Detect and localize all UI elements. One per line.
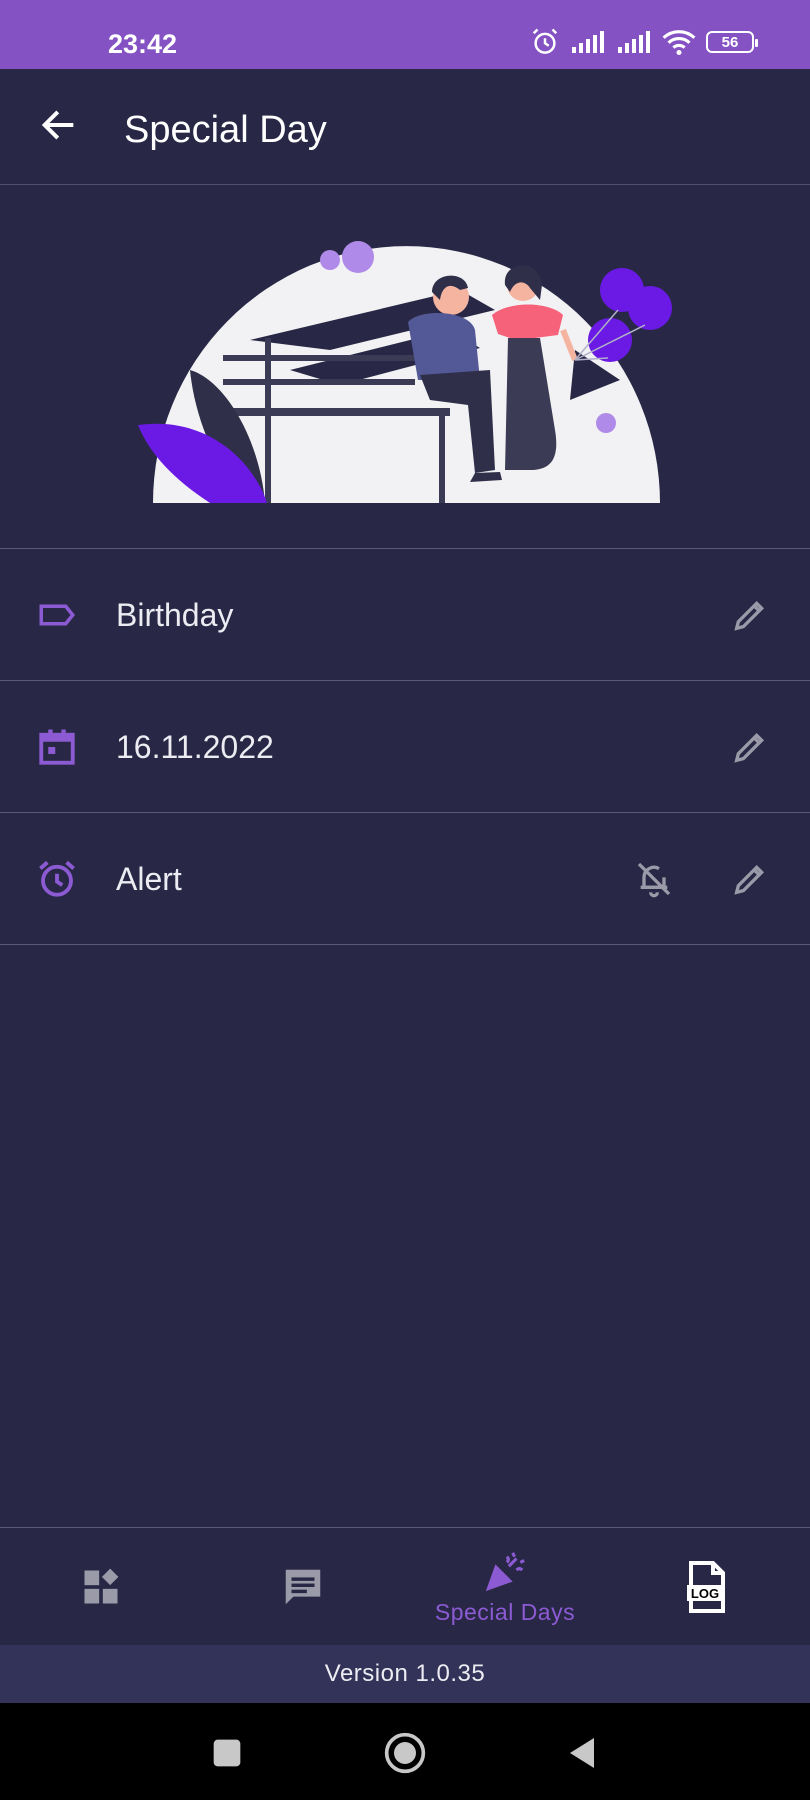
back-system-button[interactable] <box>560 1731 604 1775</box>
alert-row: Alert <box>0 813 810 943</box>
status-bar: 23:42 56 <box>0 0 810 69</box>
notifications-off-button[interactable] <box>632 857 676 901</box>
pencil-icon <box>734 600 765 631</box>
row-divider <box>0 944 810 945</box>
pencil-icon <box>734 864 765 895</box>
calendar-icon <box>36 726 78 768</box>
edit-name-button[interactable] <box>728 593 772 637</box>
edit-date-button[interactable] <box>728 725 772 769</box>
log-file-icon: LOG <box>687 1561 725 1613</box>
date-row: 16.11.2022 <box>0 681 810 811</box>
battery-level: 56 <box>721 33 739 51</box>
alarm-status-icon <box>532 28 558 54</box>
log-icon-text: LOG <box>691 1586 719 1601</box>
edit-alert-button[interactable] <box>728 857 772 901</box>
label-icon <box>36 594 78 636</box>
battery-indicator: 56 <box>706 31 758 53</box>
signal-icon-1 <box>572 31 604 53</box>
special-day-name: Birthday <box>116 597 234 633</box>
signal-icon-2 <box>618 31 650 53</box>
triangle-back-icon <box>570 1738 594 1768</box>
couple-illustration <box>138 241 672 503</box>
page-title: Special Day <box>124 109 327 151</box>
arrow-back-icon <box>41 110 74 140</box>
home-button[interactable] <box>383 1731 427 1775</box>
name-row: Birthday <box>0 549 810 679</box>
nav-item-messages[interactable] <box>202 1528 404 1646</box>
system-navigation-bar <box>0 1703 810 1800</box>
status-time: 23:42 <box>108 29 178 59</box>
app-bar: Special Day <box>0 69 810 185</box>
pencil-icon <box>734 732 765 763</box>
alarm-icon <box>36 858 78 900</box>
version-bar: Version 1.0.35 <box>0 1645 810 1703</box>
nav-item-dashboard[interactable] <box>0 1528 202 1646</box>
dashboard-icon <box>84 1568 119 1604</box>
circle-home-icon <box>384 1732 426 1774</box>
version-text: Version 1.0.35 <box>324 1660 486 1687</box>
square-icon <box>213 1739 241 1767</box>
nav-item-log[interactable]: LOG <box>606 1528 808 1646</box>
bell-off-icon <box>637 862 671 898</box>
recents-button[interactable] <box>205 1731 249 1775</box>
nav-label-special-days: Special Days <box>434 1598 576 1625</box>
back-button[interactable] <box>32 99 84 151</box>
status-icons: 56 <box>530 26 758 58</box>
nav-item-special-days[interactable]: Special Days <box>404 1528 606 1646</box>
wifi-icon <box>662 30 696 56</box>
bottom-navigation: Special Days LOG <box>0 1527 810 1645</box>
special-day-date: 16.11.2022 <box>116 729 274 765</box>
message-icon <box>285 1569 321 1605</box>
celebration-icon <box>485 1551 525 1591</box>
alert-label: Alert <box>116 861 182 897</box>
